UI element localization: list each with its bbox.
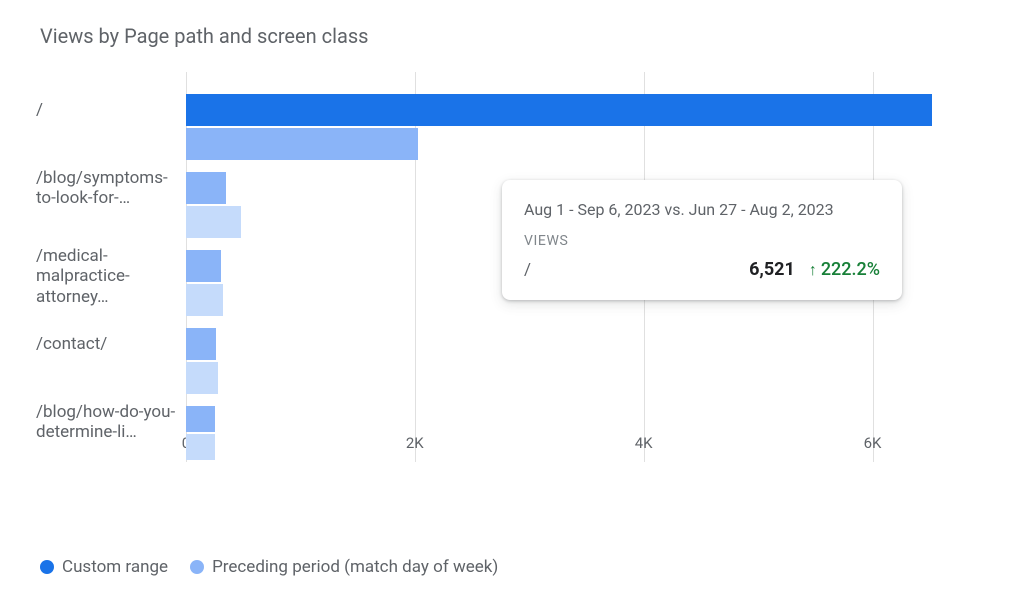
arrow-up-icon: ↑ (809, 260, 817, 280)
tooltip-metric-label: VIEWS (524, 233, 880, 249)
tooltip-delta-value: 222.2% (821, 259, 880, 280)
y-axis-label: / (36, 100, 176, 120)
legend-label: Custom range (62, 557, 168, 577)
bar-current[interactable] (186, 328, 216, 360)
bar-previous[interactable] (186, 128, 418, 160)
tooltip-date-range: Aug 1 - Sep 6, 2023 vs. Jun 27 - Aug 2, … (524, 200, 880, 219)
y-axis-label: /blog/symptoms-to-look-for-… (36, 168, 176, 209)
bar-previous[interactable] (186, 434, 215, 460)
y-axis-label: /medical-malpractice-attorney… (36, 246, 176, 307)
bar-previous[interactable] (186, 362, 218, 394)
chart-area: 0 2K 4K 6K / /blog/symptoms-to-look-for-… (150, 72, 984, 502)
legend-label: Preceding period (match day of week) (212, 557, 498, 577)
y-axis-label: /contact/ (36, 334, 176, 354)
tooltip-delta: ↑ 222.2% (809, 259, 880, 280)
bar-row: /contact/ (186, 328, 964, 398)
tooltip-value: 6,521 (749, 259, 795, 280)
tooltip-value-row: / 6,521 ↑ 222.2% (524, 259, 880, 280)
bar-current[interactable] (186, 94, 932, 126)
legend-swatch-icon (190, 560, 204, 574)
tooltip-path: / (524, 260, 749, 280)
legend-item[interactable]: Custom range (40, 557, 168, 577)
bar-current[interactable] (186, 172, 226, 204)
bar-previous[interactable] (186, 206, 241, 238)
bar-current[interactable] (186, 250, 221, 282)
chart-title: Views by Page path and screen class (40, 24, 984, 48)
legend-item[interactable]: Preceding period (match day of week) (190, 557, 498, 577)
bar-previous[interactable] (186, 284, 223, 316)
legend: Custom range Preceding period (match day… (40, 557, 520, 577)
bar-current[interactable] (186, 406, 215, 432)
legend-swatch-icon (40, 560, 54, 574)
bar-row: / (186, 94, 964, 164)
bar-row: /blog/how-do-you-determine-li… (186, 406, 964, 466)
y-axis-label: /blog/how-do-you-determine-li… (36, 402, 176, 443)
chart-container: Views by Page path and screen class 0 2K… (0, 0, 1024, 601)
chart-tooltip: Aug 1 - Sep 6, 2023 vs. Jun 27 - Aug 2, … (502, 180, 902, 300)
